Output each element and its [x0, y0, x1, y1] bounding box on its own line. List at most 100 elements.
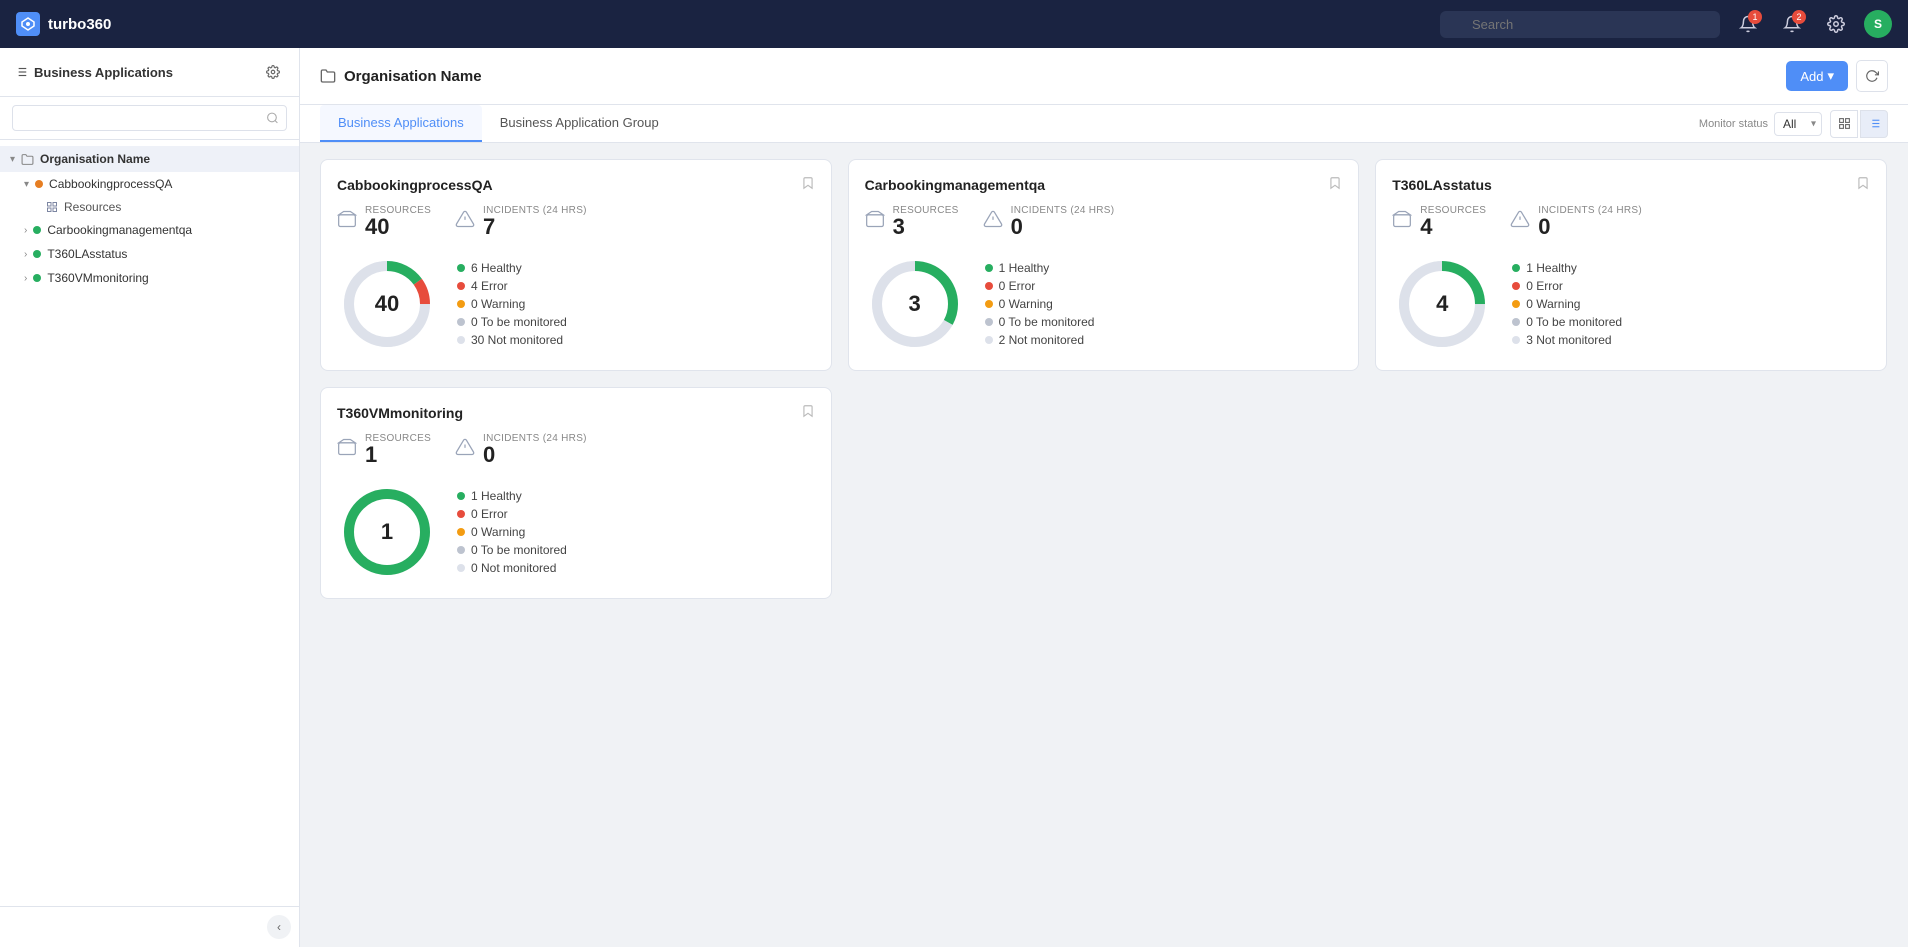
- incidents-value: 0: [483, 444, 587, 466]
- warning-count: 0 Warning: [471, 525, 525, 539]
- app-card[interactable]: T360VMmonitoring Resources 1: [320, 387, 832, 599]
- add-button[interactable]: Add ▾: [1786, 61, 1848, 91]
- app-card[interactable]: Carbookingmanagementqa Resources 3: [848, 159, 1360, 371]
- not-monitor-count: 0 Not monitored: [471, 561, 556, 575]
- sidebar-item-t360la[interactable]: › T360LAsstatus: [0, 242, 299, 266]
- donut-center-value: 1: [381, 519, 393, 545]
- tab-actions: Monitor status All: [1699, 110, 1888, 138]
- resources-stat: Resources 4: [1392, 205, 1486, 238]
- error-count: 4 Error: [471, 279, 508, 293]
- sidebar-tree: ▾ Organisation Name ▾ CabbookingprocessQ…: [0, 140, 299, 906]
- refresh-button[interactable]: [1856, 60, 1888, 92]
- monitor-status-select[interactable]: All: [1774, 112, 1822, 136]
- item-chevron-right: ›: [24, 249, 27, 260]
- sidebar: Business Applications ▾ Organisatio: [0, 48, 300, 947]
- top-navigation: turbo360 1 2 S: [0, 0, 1908, 48]
- legend-warning: 0 Warning: [457, 525, 567, 539]
- healthy-dot: [457, 264, 465, 272]
- app-card[interactable]: T360LAsstatus Resources 4: [1375, 159, 1887, 371]
- not-monitor-count: 2 Not monitored: [999, 333, 1084, 347]
- error-dot: [1512, 282, 1520, 290]
- status-dot-green: [33, 274, 41, 282]
- global-search-input[interactable]: [1440, 11, 1720, 38]
- main-content: Organisation Name Add ▾ Business Applica…: [300, 48, 1908, 947]
- warning-dot: [457, 528, 465, 536]
- cards-grid: CabbookingprocessQA Resources 4 0: [300, 143, 1908, 947]
- sidebar-collapse-area: ‹: [0, 906, 299, 947]
- card-stats: Resources 1 Incidents (24 hrs) 0: [337, 433, 815, 466]
- healthy-count: 1 Healthy: [471, 489, 522, 503]
- tabs-bar: Business Applications Business Applicati…: [300, 105, 1908, 143]
- donut-chart: 4: [1392, 254, 1492, 354]
- incidents-icon: [455, 437, 475, 462]
- user-avatar[interactable]: S: [1864, 10, 1892, 38]
- incidents-icon: [455, 209, 475, 234]
- incidents-stat: Incidents (24 hrs) 0: [455, 433, 587, 466]
- healthy-dot: [985, 264, 993, 272]
- incidents-value: 7: [483, 216, 587, 238]
- card-header: Carbookingmanagementqa: [865, 176, 1343, 193]
- resources-icon: [865, 209, 885, 234]
- error-count: 0 Error: [1526, 279, 1563, 293]
- sidebar-sub-resources[interactable]: Resources: [0, 196, 299, 218]
- app-logo[interactable]: turbo360: [16, 12, 111, 36]
- sidebar-collapse-button[interactable]: ‹: [267, 915, 291, 939]
- settings-icon[interactable]: [1820, 8, 1852, 40]
- error-count: 0 Error: [999, 279, 1036, 293]
- resources-value: 40: [365, 216, 431, 238]
- legend-healthy: 1 Healthy: [985, 261, 1095, 275]
- legend-not-monitor: 0 Not monitored: [457, 561, 567, 575]
- alerts-icon[interactable]: 2: [1776, 8, 1808, 40]
- tab-business-applications[interactable]: Business Applications: [320, 105, 482, 142]
- grid-icon: [46, 201, 58, 213]
- tabs-list: Business Applications Business Applicati…: [320, 105, 677, 142]
- view-toggle: [1830, 110, 1888, 138]
- sidebar-search-area: [0, 97, 299, 140]
- legend-healthy: 6 Healthy: [457, 261, 567, 275]
- legend-error: 4 Error: [457, 279, 567, 293]
- app-card[interactable]: CabbookingprocessQA Resources 40: [320, 159, 832, 371]
- sidebar-search-input[interactable]: [12, 105, 287, 131]
- to-monitor-count: 0 To be monitored: [471, 315, 567, 329]
- list-icon: [14, 65, 28, 79]
- sidebar-settings-icon[interactable]: [261, 60, 285, 84]
- bookmark-icon[interactable]: [801, 176, 815, 193]
- donut-chart: 1: [337, 482, 437, 582]
- legend-error: 0 Error: [457, 507, 567, 521]
- card-header: CabbookingprocessQA: [337, 176, 815, 193]
- bookmark-icon[interactable]: [1328, 176, 1342, 193]
- page-title: Organisation Name: [344, 68, 482, 85]
- card-body: 1 1 Healthy 0 Error 0 Warning 0 To be m: [337, 482, 815, 582]
- healthy-count: 1 Healthy: [999, 261, 1050, 275]
- bookmark-icon[interactable]: [801, 404, 815, 421]
- status-dot-green: [33, 250, 41, 258]
- sidebar-header: Business Applications: [0, 48, 299, 97]
- bookmark-icon[interactable]: [1856, 176, 1870, 193]
- legend-error: 0 Error: [985, 279, 1095, 293]
- sidebar-item-t360vm[interactable]: › T360VMmonitoring: [0, 266, 299, 290]
- resources-icon: [1392, 209, 1412, 234]
- not-monitor-dot: [985, 336, 993, 344]
- sidebar-title-area: Business Applications: [14, 65, 173, 80]
- table-view-button[interactable]: [1860, 110, 1888, 138]
- item-chevron-right: ›: [24, 225, 27, 236]
- folder-icon: [320, 68, 336, 84]
- notifications-action-icon[interactable]: 1: [1732, 8, 1764, 40]
- resources-value: 1: [365, 444, 431, 466]
- tab-business-application-group[interactable]: Business Application Group: [482, 105, 677, 142]
- topnav-actions: 1 2 S: [1732, 8, 1892, 40]
- logo-icon: [16, 12, 40, 36]
- sidebar-item-label: T360LAsstatus: [47, 247, 127, 261]
- card-view-button[interactable]: [1830, 110, 1858, 138]
- card-stats: Resources 4 Incidents (24 hrs) 0: [1392, 205, 1870, 238]
- card-body: 3 1 Healthy 0 Error 0 Warning 0 To be m: [865, 254, 1343, 354]
- sidebar-org-item[interactable]: ▾ Organisation Name: [0, 146, 299, 172]
- monitor-filter: Monitor status All: [1699, 112, 1822, 136]
- incidents-label: Incidents (24 hrs): [483, 433, 587, 444]
- sidebar-item-carbooking[interactable]: › Carbookingmanagementqa: [0, 218, 299, 242]
- sidebar-sub-label: Resources: [64, 200, 121, 214]
- not-monitor-count: 30 Not monitored: [471, 333, 563, 347]
- monitor-filter-label: Monitor status: [1699, 118, 1768, 130]
- not-monitor-dot: [457, 336, 465, 344]
- sidebar-item-cabbooking[interactable]: ▾ CabbookingprocessQA: [0, 172, 299, 196]
